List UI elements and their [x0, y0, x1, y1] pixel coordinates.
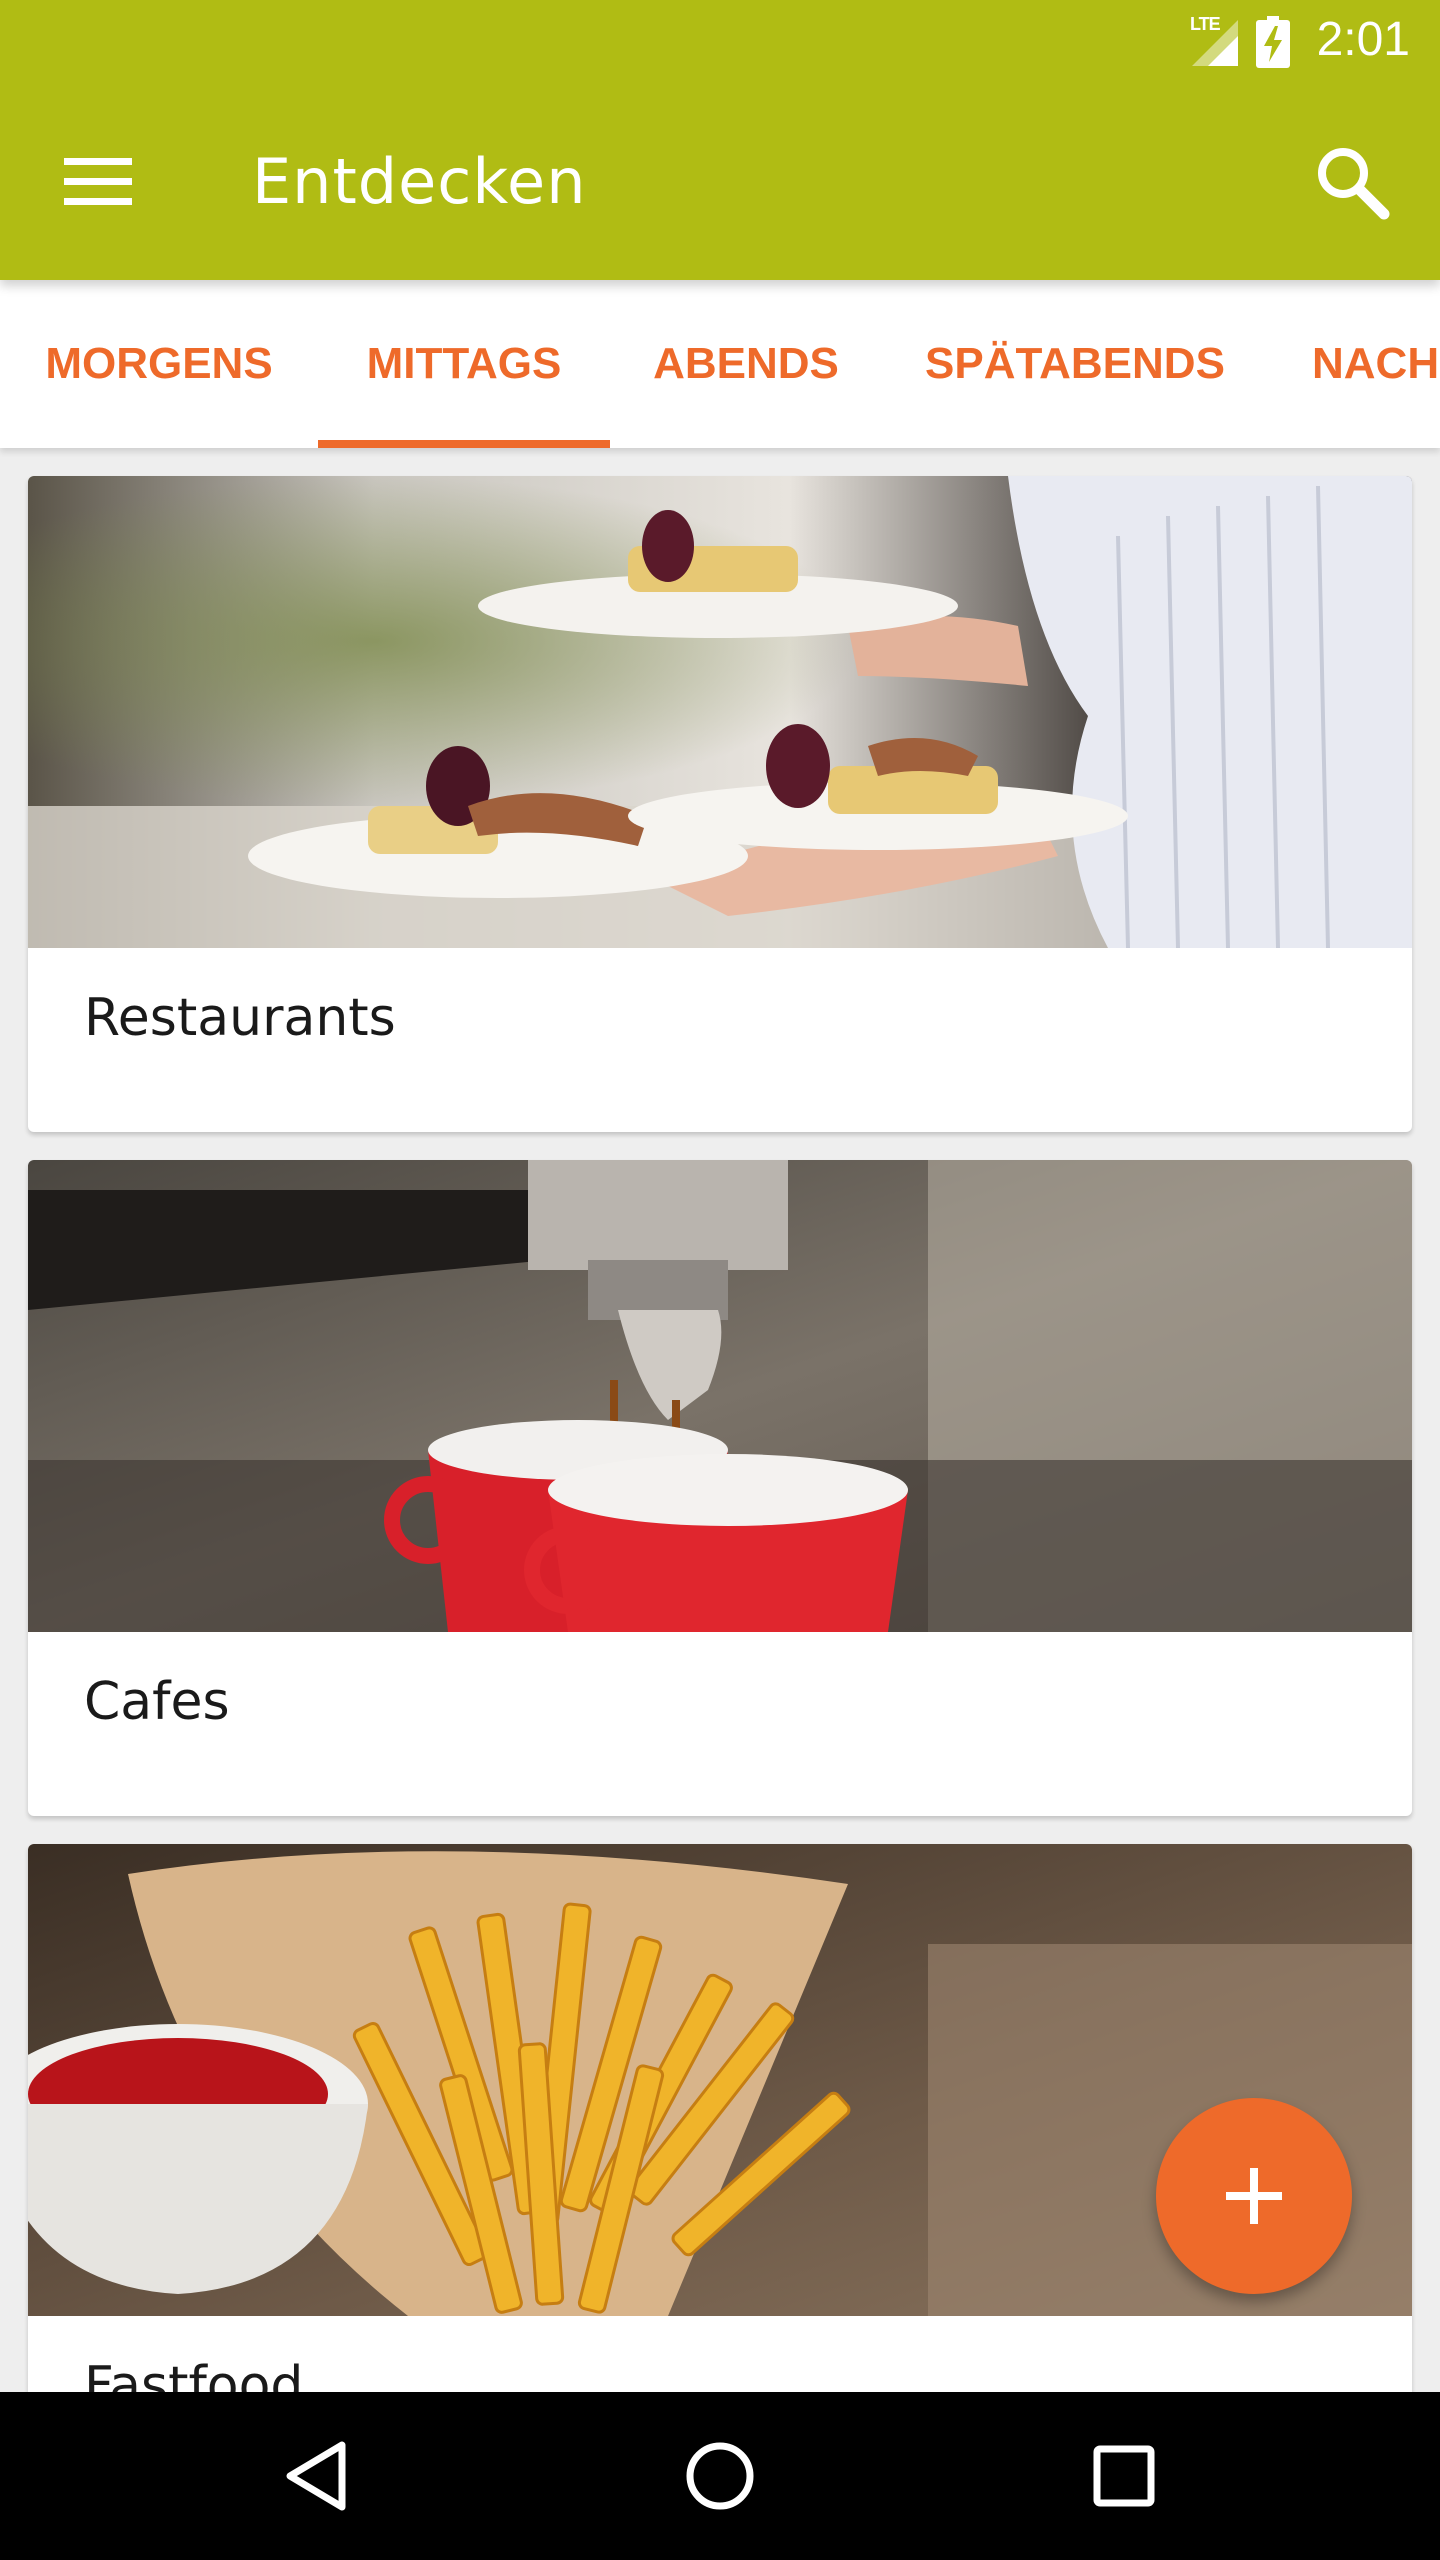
home-circle-icon — [686, 2442, 754, 2510]
category-label: Fastfood — [84, 2356, 304, 2392]
signal-lte-icon: LTE — [1190, 14, 1240, 66]
tab-mittags[interactable]: MITTAGS — [318, 280, 610, 448]
app-bar: Entdecken — [0, 84, 1440, 280]
restaurant-plates-photo — [28, 476, 1412, 948]
back-triangle-icon — [286, 2441, 346, 2511]
category-list: Restaurants Cafes Fastfood — [0, 448, 1440, 2392]
back-button[interactable] — [256, 2416, 376, 2536]
screen: LTE 2:01 Entdecken MORGENS MITTAGS ABEND… — [0, 0, 1440, 2560]
status-bar: LTE 2:01 — [0, 0, 1440, 84]
tab-nach[interactable]: NACH — [1268, 280, 1440, 448]
system-navigation-bar — [0, 2392, 1440, 2560]
hamburger-menu-icon — [64, 158, 132, 205]
category-label: Restaurants — [84, 988, 396, 1048]
menu-button[interactable] — [40, 124, 156, 240]
recents-square-icon — [1093, 2445, 1155, 2507]
category-card-restaurants[interactable]: Restaurants — [28, 476, 1412, 1132]
espresso-cups-photo — [28, 1160, 1412, 1632]
category-label: Cafes — [84, 1672, 230, 1732]
plus-icon — [1226, 2168, 1282, 2224]
status-time: 2:01 — [1316, 13, 1410, 66]
battery-charging-icon — [1256, 16, 1290, 68]
search-icon — [1318, 148, 1390, 220]
search-button[interactable] — [1294, 124, 1410, 240]
recents-button[interactable] — [1064, 2416, 1184, 2536]
home-button[interactable] — [660, 2416, 780, 2536]
page-title: Entdecken — [252, 145, 587, 218]
tab-abends[interactable]: ABENDS — [610, 280, 882, 448]
tab-spaetabends[interactable]: SPÄTABENDS — [882, 280, 1268, 448]
top-app-bar: LTE 2:01 Entdecken — [0, 0, 1440, 280]
category-card-cafes[interactable]: Cafes — [28, 1160, 1412, 1816]
add-fab-button[interactable] — [1156, 2098, 1352, 2294]
selected-tab-indicator — [318, 440, 610, 448]
tab-morgens[interactable]: MORGENS — [0, 280, 318, 448]
time-of-day-tabs: MORGENS MITTAGS ABENDS SPÄTABENDS NACH — [0, 280, 1440, 448]
